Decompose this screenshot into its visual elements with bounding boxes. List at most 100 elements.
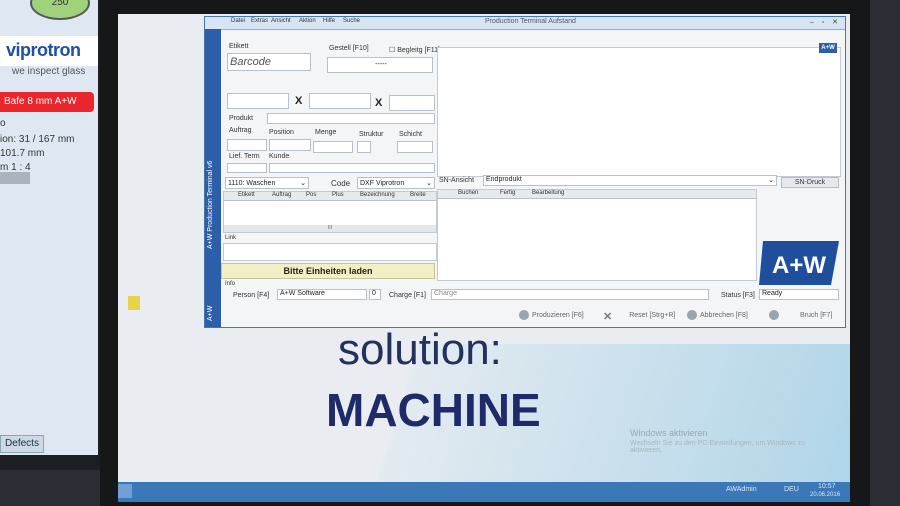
tab-defects[interactable]: Defects <box>0 435 44 453</box>
gestell-label: Gestell [F10] <box>329 45 369 52</box>
tablet-line-2: 101.7 mm <box>0 148 45 159</box>
booking-list-header: Buchen Fertig Bearbeitung <box>438 190 756 199</box>
produzieren-label: Produzieren [F6] <box>532 312 584 319</box>
grid-header: Etikett Auftrag Pos Plus Bezeichnung Bre… <box>224 192 436 201</box>
production-terminal-window: Datei Extras Ansicht Aktion Hilfe Suche … <box>204 16 846 328</box>
grid-scroll-thumb[interactable]: III <box>328 225 332 231</box>
aw-logo-text: A+W <box>772 252 826 279</box>
dim-field-3[interactable] <box>389 95 435 111</box>
list-col-fertig[interactable]: Fertig <box>500 190 515 196</box>
grid-col-etikett[interactable]: Etikett <box>238 192 255 198</box>
taskbar-lang[interactable]: DEU <box>784 486 799 493</box>
struktur-field[interactable] <box>357 141 371 153</box>
person-field[interactable]: A+W Software <box>277 289 367 300</box>
list-col-bearbeitung[interactable]: Bearbeitung <box>532 190 564 196</box>
aw-logo: A+W <box>759 241 839 285</box>
menu-hilfe[interactable]: Hilfe <box>323 18 335 24</box>
grid-col-plus[interactable]: Plus <box>332 192 344 198</box>
station-select[interactable]: 1110: Waschen ⌄ <box>225 177 309 189</box>
aw-small-logo: A+W <box>819 43 837 53</box>
grid-col-bezeichnung[interactable]: Bezeichnung <box>360 192 395 198</box>
link-label: Link <box>225 235 237 241</box>
info-label: Info <box>225 281 236 287</box>
reset-label: Reset [Strg+R] <box>629 312 676 319</box>
gear-icon <box>519 310 529 321</box>
menu-ansicht[interactable]: Ansicht <box>271 18 291 24</box>
sn-select[interactable]: Endprodukt ⌄ <box>483 175 777 186</box>
taskbar-time[interactable]: 10:57 <box>818 483 836 490</box>
window-titlebar: Datei Extras Ansicht Aktion Hilfe Suche … <box>205 17 845 30</box>
chevron-down-icon: ⌄ <box>300 180 306 187</box>
menu-extras[interactable]: Extras <box>251 18 268 24</box>
dim-field-2[interactable] <box>309 93 371 109</box>
position-field[interactable] <box>269 139 311 151</box>
link-panel <box>223 243 437 261</box>
viprotron-logo: viprotron <box>6 40 81 60</box>
start-icon[interactable] <box>118 484 132 498</box>
sn-druck-button[interactable]: SN-Druck <box>781 177 839 188</box>
code-select-value: DXF Viprotron <box>360 180 405 187</box>
menu-suche[interactable]: Suche <box>343 18 360 24</box>
begleit-checkbox[interactable]: ☐ Begleitg [F11] <box>389 46 440 54</box>
barcode-input[interactable]: Barcode <box>227 53 311 71</box>
booking-list[interactable]: Buchen Fertig Bearbeitung <box>437 189 757 281</box>
kunde-field[interactable] <box>269 163 435 173</box>
sticky-note <box>128 296 140 310</box>
grid-hscrollbar[interactable]: III <box>224 225 436 232</box>
schicht-label: Schicht <box>399 131 422 138</box>
kunde-label: Kunde <box>269 153 290 160</box>
produzieren-button[interactable]: Produzieren [F6] <box>519 309 584 323</box>
status-field: Ready <box>759 289 839 300</box>
bruch-button[interactable]: Bruch [F7] <box>769 309 832 323</box>
grid-col-pos[interactable]: Pos <box>306 192 316 198</box>
unit-grid[interactable]: Etikett Auftrag Pos Plus Bezeichnung Bre… <box>223 191 437 233</box>
dim-field-1[interactable] <box>227 93 289 109</box>
side-strip-label-2: A+W <box>207 305 214 321</box>
taskbar: AWAdmin DEU 10:57 20.06.2016 <box>118 482 850 502</box>
schicht-field[interactable] <box>397 141 433 153</box>
load-units-message: Bitte Einheiten laden <box>221 263 435 279</box>
auftrag-field[interactable] <box>227 139 267 151</box>
preview-panel <box>437 47 841 177</box>
charge-label: Charge [F1] <box>389 292 426 299</box>
menu-aktion[interactable]: Aktion <box>299 18 316 24</box>
tablet-device: 250 viprotron we inspect glass Bafe 8 mm… <box>0 0 112 470</box>
window-title: Production Terminal Aufstand <box>485 18 576 25</box>
slide-line-2: MACHINE <box>326 384 541 436</box>
grid-col-auftrag[interactable]: Auftrag <box>272 192 291 198</box>
tablet-banner: Bafe 8 mm A+W <box>0 92 94 112</box>
viprotron-tagline: we inspect glass <box>12 66 86 77</box>
taskbar-user: AWAdmin <box>726 486 757 493</box>
reset-button[interactable]: ✕ Reset [Strg+R] <box>603 309 675 323</box>
sn-select-value: Endprodukt <box>486 176 522 183</box>
chevron-down-icon: ⌄ <box>426 180 432 187</box>
menge-label: Menge <box>315 129 337 136</box>
bruch-label: Bruch [F7] <box>800 312 833 319</box>
etikett-label: Etikett <box>229 43 249 50</box>
window-controls[interactable]: – ▫ ✕ <box>810 18 841 26</box>
windows-activation-text: Wechseln Sie zu den PC-Einstellungen, um… <box>630 440 805 454</box>
slide-line-1: solution: <box>338 325 502 374</box>
sn-ansicht-label: SN-Ansicht <box>439 177 475 184</box>
liefterm-field[interactable] <box>227 163 267 173</box>
status-label: Status [F3] <box>721 292 755 299</box>
person-label: Person [F4] <box>233 292 270 299</box>
gauge-indicator: 250 <box>30 0 90 20</box>
menu-datei[interactable]: Datei <box>231 18 245 24</box>
grid-col-breite[interactable]: Breite <box>410 192 426 198</box>
gear-icon <box>687 310 697 321</box>
abbrechen-label: Abbrechen [F8] <box>700 312 748 319</box>
tablet-line-1: ion: 31 / 167 mm <box>0 134 75 145</box>
code-select[interactable]: DXF Viprotron ⌄ <box>357 177 435 189</box>
struktur-label: Struktur <box>359 131 384 138</box>
abbrechen-button[interactable]: Abbrechen [F8] <box>687 309 748 323</box>
charge-field[interactable]: Charge <box>431 289 709 300</box>
gestell-field[interactable]: ----- <box>327 57 433 73</box>
auftrag-label: Auftrag <box>229 127 252 134</box>
menge-field[interactable] <box>313 141 353 153</box>
taskbar-date[interactable]: 20.06.2016 <box>810 492 840 498</box>
produkt-label: Produkt <box>229 115 254 122</box>
side-strip: A+W Production Terminal v6 A+W <box>205 29 221 327</box>
produkt-field[interactable] <box>267 113 435 124</box>
list-col-buchen[interactable]: Buchen <box>458 190 478 196</box>
